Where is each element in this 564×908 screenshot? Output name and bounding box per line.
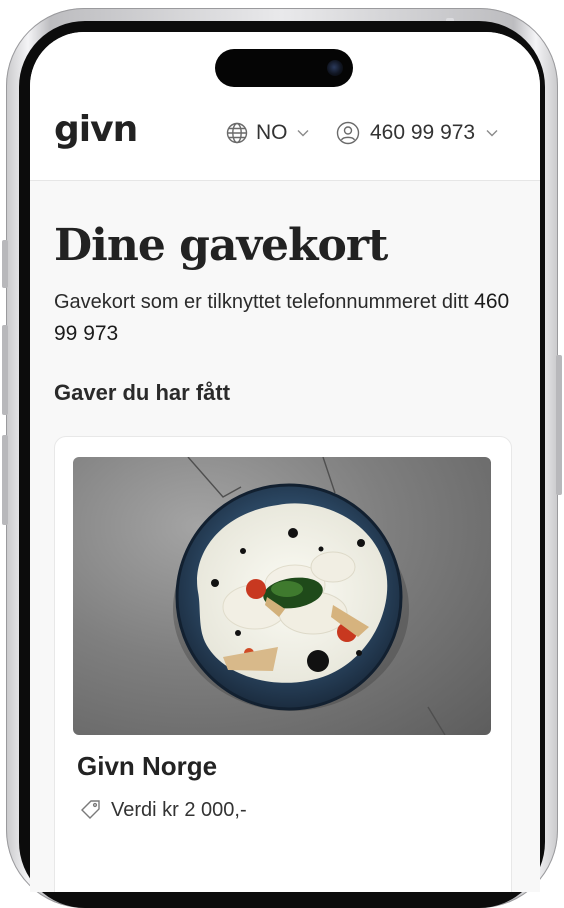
page-subtitle: Gavekort som er tilknyttet telefonnummer… (54, 286, 524, 350)
language-label: NO (256, 121, 288, 144)
tag-icon (79, 799, 101, 821)
gift-card-title: Givn Norge (77, 751, 218, 781)
volume-down-button (2, 435, 8, 525)
chevron-down-icon (485, 128, 499, 138)
chevron-down-icon (296, 128, 310, 138)
subtitle-text: Gavekort som er tilknyttet telefonnummer… (54, 291, 469, 313)
phone-screen: givn NO 460 99 973 Dine gavekort Gavekor… (30, 32, 540, 892)
account-phone-label: 460 99 973 (370, 121, 476, 144)
gift-card-image (73, 457, 491, 735)
action-button (2, 240, 8, 288)
volume-up-button (2, 325, 8, 415)
dynamic-island (215, 49, 353, 87)
gift-card-value: Verdi kr 2 000,- (79, 797, 247, 823)
section-title: Gaver du har fått (54, 380, 231, 405)
gift-card-value-text: Verdi kr 2 000,- (111, 798, 247, 821)
language-selector[interactable]: NO (226, 120, 310, 146)
account-selector[interactable]: 460 99 973 (336, 120, 499, 146)
gift-card[interactable]: Givn Norge Verdi kr 2 000,- (54, 436, 512, 892)
givn-logo[interactable]: givn (54, 110, 138, 150)
front-camera (327, 60, 343, 76)
page-title: Dine gavekort (54, 220, 388, 271)
user-circle-icon (336, 121, 360, 145)
power-button (556, 355, 562, 495)
globe-icon (226, 122, 248, 144)
